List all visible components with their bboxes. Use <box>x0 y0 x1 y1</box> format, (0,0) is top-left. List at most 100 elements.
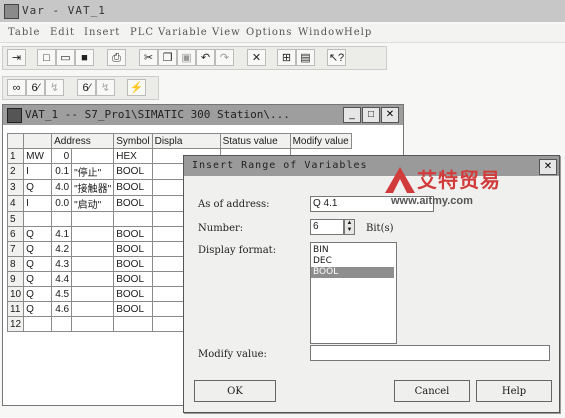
save-icon[interactable]: ■ <box>75 49 94 66</box>
insert-icon[interactable]: ⇥ <box>7 49 26 66</box>
menu-view[interactable]: View <box>212 27 241 38</box>
force-icon[interactable]: ⚡ <box>127 79 146 96</box>
address-type-cell[interactable] <box>23 211 53 227</box>
display-format-cell[interactable]: BOOL <box>113 271 153 287</box>
network-icon[interactable]: ⊞ <box>277 49 296 66</box>
minimize-button[interactable]: _ <box>343 107 361 123</box>
address-number-cell[interactable]: 0.1 <box>51 163 73 180</box>
menu-variable[interactable]: Variable <box>158 27 208 38</box>
display-format-cell[interactable]: BOOL <box>113 195 153 212</box>
format-option-bin[interactable]: BIN <box>311 245 394 256</box>
modify-value-field[interactable] <box>310 345 550 361</box>
display-format-cell[interactable]: BOOL <box>113 179 153 196</box>
monitor-icon[interactable]: ∞ <box>7 79 26 96</box>
menu-options[interactable]: Options <box>246 27 292 38</box>
trigger-icon[interactable]: ↯ <box>96 79 115 96</box>
main-titlebar: Var - VAT_1 <box>0 0 565 22</box>
address-type-cell[interactable]: MW <box>23 148 53 164</box>
row-number: 4 <box>6 195 25 212</box>
display-format-list[interactable]: BIN DEC BOOL <box>310 242 397 344</box>
delete-icon[interactable]: ✕ <box>247 49 266 66</box>
monitor-once-icon[interactable]: 6⁄ <box>26 79 45 96</box>
address-type-cell[interactable]: I <box>23 163 53 180</box>
print-icon[interactable]: ⎙ <box>107 49 126 66</box>
display-format-cell[interactable]: BOOL <box>113 226 153 242</box>
context-help-icon[interactable]: ↖? <box>327 49 346 66</box>
address-type-cell[interactable]: Q <box>23 256 53 272</box>
menu-window[interactable]: Window <box>298 27 345 38</box>
address-number-cell[interactable]: 0 <box>51 148 73 164</box>
address-type-cell[interactable]: I <box>23 195 53 212</box>
menu-plc[interactable]: PLC <box>130 27 154 38</box>
symbol-cell[interactable]: "启动" <box>71 195 115 212</box>
address-number-cell[interactable] <box>51 211 73 227</box>
maximize-button[interactable]: □ <box>362 107 380 123</box>
number-field[interactable]: 6 <box>310 219 344 235</box>
redo-icon[interactable]: ↷ <box>215 49 234 66</box>
symbol-cell[interactable] <box>71 286 115 302</box>
open-folder-icon[interactable]: ▭ <box>56 49 75 66</box>
format-option-dec[interactable]: DEC <box>311 256 394 267</box>
symbol-cell[interactable] <box>71 256 115 272</box>
cancel-button[interactable]: Cancel <box>394 380 470 402</box>
as-of-address-label: As of address: <box>198 199 270 210</box>
row-number: 6 <box>6 226 25 242</box>
display-format-cell[interactable]: BOOL <box>113 256 153 272</box>
symbol-cell[interactable] <box>71 241 115 257</box>
symbol-cell[interactable]: "接触器" <box>71 179 115 196</box>
paste-icon[interactable]: ▣ <box>177 49 196 66</box>
menu-table[interactable]: Table <box>8 27 40 38</box>
address-number-cell[interactable]: 4.3 <box>51 256 73 272</box>
symbol-cell[interactable] <box>71 226 115 242</box>
symbol-cell[interactable]: "停止" <box>71 163 115 180</box>
symbol-cell[interactable] <box>71 301 115 317</box>
address-type-cell[interactable]: Q <box>23 286 53 302</box>
ok-button[interactable]: OK <box>194 380 276 402</box>
number-label: Number: <box>198 223 244 234</box>
address-type-cell[interactable]: Q <box>23 301 53 317</box>
undo-icon[interactable]: ↶ <box>196 49 215 66</box>
corner-cell <box>23 133 53 149</box>
symbol-cell[interactable] <box>71 271 115 287</box>
address-type-cell[interactable]: Q <box>23 226 53 242</box>
modify-icon[interactable]: ↯ <box>45 79 64 96</box>
display-format-cell[interactable] <box>113 316 153 332</box>
address-type-cell[interactable]: Q <box>23 271 53 287</box>
display-format-cell[interactable] <box>113 211 153 227</box>
header-status-value: Status value <box>219 133 291 149</box>
display-format-cell[interactable]: BOOL <box>113 241 153 257</box>
menu-help[interactable]: Help <box>344 27 372 38</box>
address-number-cell[interactable]: 4.0 <box>51 179 73 196</box>
close-button[interactable]: ✕ <box>381 107 399 123</box>
new-file-icon[interactable]: □ <box>37 49 56 66</box>
address-number-cell[interactable]: 4.5 <box>51 286 73 302</box>
display-format-cell[interactable]: BOOL <box>113 286 153 302</box>
help-button[interactable]: Help <box>476 380 552 402</box>
address-type-cell[interactable] <box>23 316 53 332</box>
display-format-cell[interactable]: BOOL <box>113 163 153 180</box>
format-option-bool[interactable]: BOOL <box>311 267 394 278</box>
symbol-cell[interactable] <box>71 211 115 227</box>
address-number-cell[interactable]: 4.4 <box>51 271 73 287</box>
copy-icon[interactable]: ❐ <box>158 49 177 66</box>
dialog-close-button[interactable]: ✕ <box>539 159 557 175</box>
row-number: 10 <box>6 286 25 302</box>
row-number: 7 <box>6 241 25 257</box>
cut-icon[interactable]: ✂ <box>139 49 158 66</box>
address-type-cell[interactable]: Q <box>23 241 53 257</box>
update-icon[interactable]: 6⁄ <box>77 79 96 96</box>
display-format-cell[interactable]: BOOL <box>113 301 153 317</box>
symbol-cell[interactable] <box>71 316 115 332</box>
symbol-cell[interactable] <box>71 148 115 164</box>
station-icon[interactable]: ▤ <box>296 49 315 66</box>
address-number-cell[interactable]: 4.6 <box>51 301 73 317</box>
address-type-cell[interactable]: Q <box>23 179 53 196</box>
number-spinner[interactable]: ▲ ▼ <box>344 219 355 235</box>
menu-insert[interactable]: Insert <box>84 27 120 38</box>
address-number-cell[interactable]: 4.2 <box>51 241 73 257</box>
display-format-cell[interactable]: HEX <box>113 148 153 164</box>
address-number-cell[interactable]: 4.1 <box>51 226 73 242</box>
address-number-cell[interactable] <box>51 316 73 332</box>
menu-edit[interactable]: Edit <box>50 27 75 38</box>
address-number-cell[interactable]: 0.0 <box>51 195 73 212</box>
